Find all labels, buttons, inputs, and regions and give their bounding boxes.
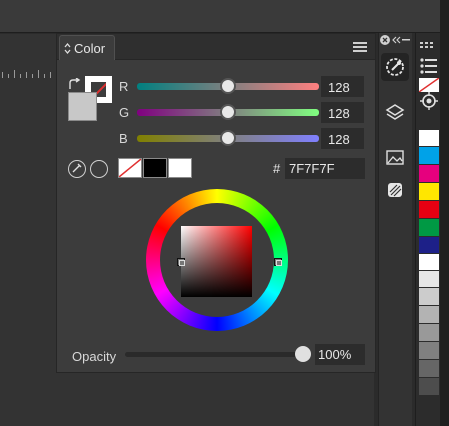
target-icon[interactable] (419, 91, 439, 111)
opacity-slider-thumb[interactable] (295, 346, 311, 362)
tab-color[interactable]: Color (59, 35, 115, 60)
hamburger-menu-icon[interactable] (353, 42, 367, 53)
palette-swatch[interactable] (419, 201, 439, 218)
slider-g: G 128 (119, 102, 369, 124)
palette-swatch[interactable] (419, 271, 439, 287)
panel-header: Color (57, 34, 375, 60)
color-picker-icon[interactable] (381, 53, 409, 81)
palette-swatch[interactable] (419, 219, 439, 236)
palette-swatch[interactable] (419, 165, 439, 182)
hue-marker-left[interactable] (177, 258, 185, 266)
palette-swatch[interactable] (419, 288, 439, 305)
list-view-icon[interactable] (419, 56, 439, 76)
slider-thumb-r[interactable] (220, 78, 236, 94)
palette-swatch[interactable] (419, 378, 439, 395)
saturation-value-square[interactable] (181, 226, 252, 297)
recent-swatch-white[interactable] (168, 158, 192, 178)
styles-icon[interactable] (381, 176, 409, 204)
hex-input[interactable]: 7F7F7F (285, 158, 365, 179)
slider-label: R (119, 79, 129, 94)
palette-swatch-none[interactable] (418, 77, 440, 93)
slider-value-g[interactable]: 128 (321, 102, 364, 123)
fill-swatch[interactable] (68, 92, 97, 121)
slider-label: G (119, 105, 130, 120)
slider-label: B (119, 131, 128, 146)
recent-swatch-black[interactable] (143, 158, 167, 178)
tab-label: Color (74, 40, 106, 56)
hex-hash-label: # (273, 161, 281, 176)
palette-swatch[interactable] (419, 342, 439, 359)
opacity-value[interactable]: 100% (315, 344, 365, 365)
slider-value-r[interactable]: 128 (321, 76, 364, 97)
recent-swatch-none[interactable] (118, 158, 142, 178)
palette-swatch[interactable] (419, 237, 439, 253)
slider-r: R 128 (119, 76, 369, 98)
grid-view-icon[interactable] (419, 37, 437, 51)
palette-swatch[interactable] (419, 254, 439, 270)
slider-thumb-b[interactable] (220, 130, 236, 146)
hue-marker-right[interactable] (274, 258, 282, 266)
eyedropper-icon[interactable] (68, 160, 86, 178)
slider-thumb-g[interactable] (220, 104, 236, 120)
tool-column (378, 33, 412, 426)
color-panel: Color R 128 G 128 B 128 # 7F7F7F Opacity… (56, 33, 376, 373)
layers-icon[interactable] (381, 98, 409, 126)
slider-b: B 128 (119, 128, 369, 150)
document-toolbar (0, 0, 440, 33)
opacity-label: Opacity (72, 349, 117, 364)
palette-swatch[interactable] (419, 360, 439, 377)
image-icon[interactable] (381, 144, 409, 172)
palette-swatch[interactable] (419, 324, 439, 341)
palette-swatch[interactable] (419, 306, 439, 323)
ruler (0, 58, 56, 80)
swap-colors-icon[interactable] (68, 77, 82, 89)
tool-column-header (378, 33, 412, 48)
palette-swatch[interactable] (419, 130, 439, 146)
window-edge (440, 0, 449, 426)
palette-swatch[interactable] (419, 183, 439, 200)
opacity-slider-track[interactable] (125, 352, 303, 357)
up-down-chevron-icon (64, 42, 71, 54)
slider-value-b[interactable]: 128 (321, 128, 364, 149)
palette-swatch[interactable] (419, 147, 439, 164)
empty-circle-icon[interactable] (90, 160, 108, 178)
